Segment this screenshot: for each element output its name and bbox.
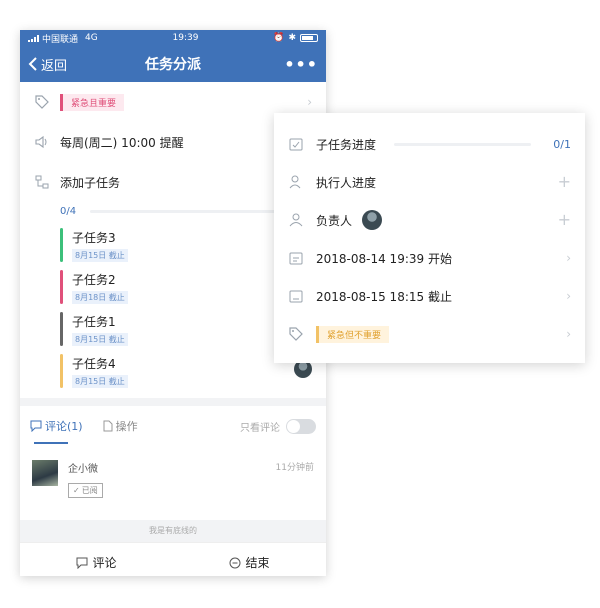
back-label: 返回 xyxy=(41,58,68,74)
comment-author: 企小微 xyxy=(68,464,98,475)
network-label: 4G xyxy=(85,33,98,43)
user-progress-icon xyxy=(288,174,304,190)
section-gap xyxy=(20,398,326,406)
active-tab-indicator xyxy=(34,442,68,444)
popover-due-row[interactable]: 2018-08-15 18:15 截止 › xyxy=(274,277,585,315)
popover-owner-row[interactable]: 负责人 + xyxy=(274,201,585,239)
calendar-icon xyxy=(288,288,304,304)
popover-subtask-progress-value: 0/1 xyxy=(553,137,571,151)
owner-avatar xyxy=(362,210,383,230)
chevron-right-icon: › xyxy=(307,95,312,109)
popover-subtask-progress-row: 子任务进度 0/1 xyxy=(274,125,585,163)
plus-icon[interactable]: + xyxy=(558,174,571,190)
tag-icon xyxy=(34,94,50,110)
speaker-icon xyxy=(34,134,50,150)
more-button[interactable]: ••• xyxy=(284,55,318,74)
subtask-due: 8月15日 截止 xyxy=(72,332,128,346)
popover-start-label: 2018-08-14 19:39 开始 xyxy=(316,251,452,266)
comment-icon xyxy=(30,420,42,432)
calendar-icon xyxy=(288,250,304,266)
read-label: 已阅 xyxy=(81,486,98,495)
priority-tag: 紧急且重要 xyxy=(60,93,125,111)
subtask-icon xyxy=(34,174,50,190)
document-icon xyxy=(103,420,113,432)
chevron-right-icon: › xyxy=(566,251,571,265)
popover-start-row[interactable]: 2018-08-14 19:39 开始 › xyxy=(274,239,585,277)
avatar xyxy=(32,460,58,486)
user-icon xyxy=(288,212,304,228)
footer-bar: 评论 结束 xyxy=(20,542,326,576)
navbar: 返回 任务分派 ••• xyxy=(20,46,326,82)
progress-track xyxy=(90,209,286,213)
chevron-right-icon: › xyxy=(566,289,571,303)
subtask-due: 8月15日 截止 xyxy=(72,248,128,262)
subtask-progress-value: 0/4 xyxy=(60,205,77,217)
chevron-left-icon xyxy=(28,57,37,71)
popover-progress-track xyxy=(394,142,532,146)
comment-icon xyxy=(76,557,88,569)
signal-icon xyxy=(28,34,39,42)
popover-tag-row[interactable]: 紧急但不重要 › xyxy=(274,315,585,353)
only-comments-toggle[interactable] xyxy=(286,418,316,434)
clock: 19:39 xyxy=(172,33,199,43)
popover-due-label: 2018-08-15 18:15 截止 xyxy=(316,289,452,304)
comment-button[interactable]: 评论 xyxy=(76,554,117,571)
add-subtask-label: 添加子任务 xyxy=(60,175,121,190)
tab-operations-label: 操作 xyxy=(115,420,138,433)
finish-button[interactable]: 结束 xyxy=(229,554,270,571)
tab-comments-label: 评论(1) xyxy=(45,420,83,433)
check-icon: ✓ xyxy=(73,486,80,495)
bluetooth-icon: ✱ xyxy=(288,33,296,43)
chevron-right-icon: › xyxy=(566,327,571,341)
popover-subtask-progress-label: 子任务进度 xyxy=(316,137,377,152)
only-comments-label: 只看评论 xyxy=(240,422,280,434)
read-badge: ✓ 已阅 xyxy=(68,483,103,498)
comment-button-label: 评论 xyxy=(92,556,117,570)
stage: 中国联通 4G 19:39 ⏰ ✱ 返回 任务分派 ••• 紧急且重要 › 每周… xyxy=(0,0,600,608)
tab-bar: 评论(1) 操作 只看评论 xyxy=(20,406,326,446)
plus-icon[interactable]: + xyxy=(558,212,571,228)
task-details-popover: 子任务进度 0/1 执行人进度 + 负责人 + 2018-08-14 19:39… xyxy=(274,113,585,363)
minus-circle-icon xyxy=(229,557,241,568)
finish-button-label: 结束 xyxy=(245,556,270,570)
tab-operations[interactable]: 操作 xyxy=(103,418,138,434)
reminder-text: 每周(周二) 10:00 提醒 xyxy=(60,135,184,150)
back-button[interactable]: 返回 xyxy=(28,55,67,74)
carrier-label: 中国联通 xyxy=(42,34,79,45)
battery-icon xyxy=(299,34,318,42)
status-bar: 中国联通 4G 19:39 ⏰ ✱ xyxy=(20,30,326,46)
tag-icon xyxy=(288,326,304,342)
popover-owner-label: 负责人 xyxy=(316,213,353,228)
comment-time: 11分钟前 xyxy=(275,463,314,473)
end-of-list-text: 我是有底线的 xyxy=(20,520,326,542)
alarm-icon: ⏰ xyxy=(273,33,285,43)
subtask-due: 8月18日 截止 xyxy=(72,290,128,304)
comment-item: 企小微 11分钟前 ✓ 已阅 xyxy=(20,446,326,520)
popover-executor-row[interactable]: 执行人进度 + xyxy=(274,163,585,201)
popover-executor-label: 执行人进度 xyxy=(316,175,377,190)
tab-comments[interactable]: 评论(1) xyxy=(30,418,83,434)
calendar-check-icon xyxy=(288,136,304,152)
subtask-due: 8月15日 截止 xyxy=(72,374,128,388)
popover-priority-tag: 紧急但不重要 xyxy=(316,325,390,343)
